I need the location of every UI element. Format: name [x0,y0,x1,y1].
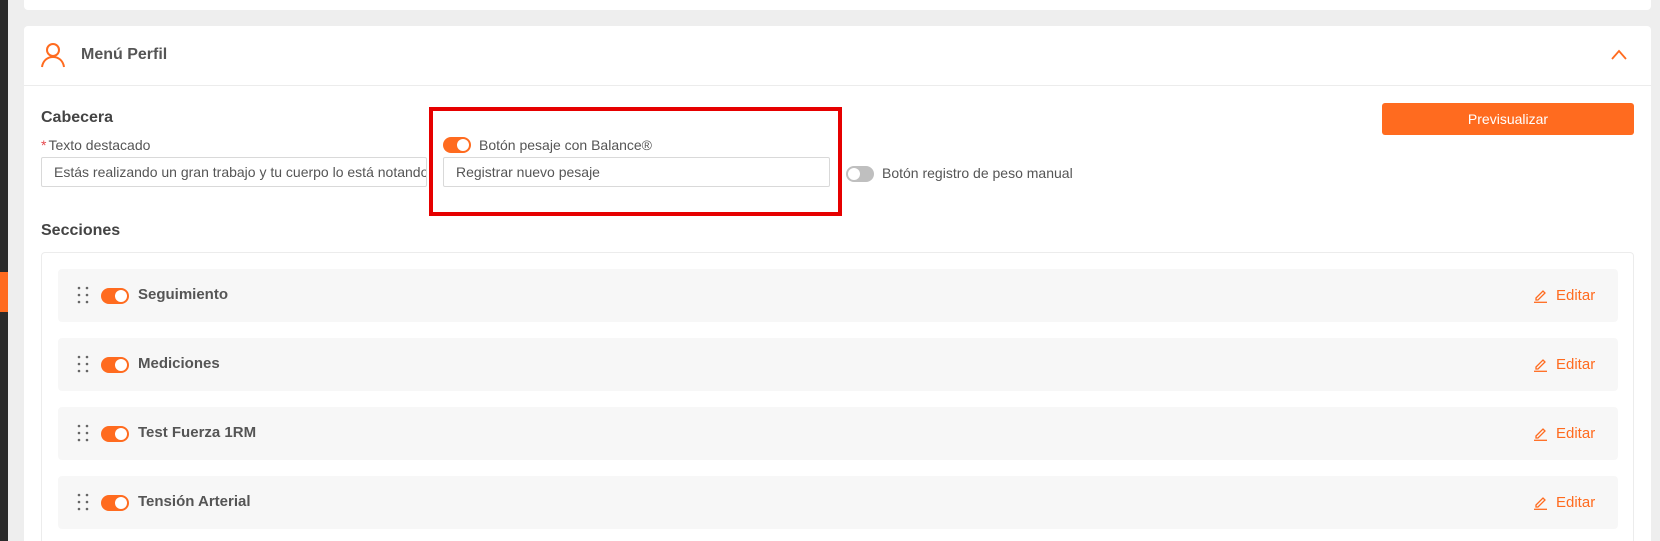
edit-label: Editar [1556,286,1596,304]
app-sidebar-strip [0,0,8,541]
edit-label: Editar [1556,493,1596,511]
section-label: Mediciones [138,355,220,372]
balance-button-text-input[interactable]: Registrar nuevo pesaje [443,157,830,187]
section-row-seguimiento: Seguimiento Editar [58,269,1618,322]
drag-handle-icon[interactable] [77,493,89,511]
previous-panel [24,0,1651,10]
featured-text-label-text: Texto destacado [48,137,151,153]
section-toggle[interactable] [101,288,129,304]
preview-button[interactable]: Previsualizar [1382,103,1634,135]
panel-title: Menú Perfil [81,46,168,63]
drag-handle-icon[interactable] [77,355,89,373]
manual-weight-label: Botón registro de peso manual [882,165,1073,181]
drag-handle-icon[interactable] [77,286,89,304]
panel-header[interactable]: Menú Perfil [24,26,1651,86]
balance-button-toggle[interactable] [443,137,471,153]
edit-button[interactable]: Editar [1533,354,1595,374]
required-mark: * [41,137,47,153]
section-row-mediciones: Mediciones Editar [58,338,1618,391]
featured-text-label: * Texto destacado [41,137,150,153]
drag-handle-icon[interactable] [77,424,89,442]
pencil-icon [1534,427,1547,441]
sidebar-active-indicator [0,272,8,312]
pencil-icon [1534,289,1547,303]
sections-title: Secciones [41,222,121,239]
header-section-title: Cabecera [41,109,114,126]
manual-weight-toggle[interactable] [846,166,874,182]
section-label: Test Fuerza 1RM [138,424,257,441]
section-toggle[interactable] [101,495,129,511]
user-icon [41,43,65,68]
balance-button-label: Botón pesaje con Balance® [479,137,652,153]
section-label: Tensión Arterial [138,493,251,510]
section-toggle[interactable] [101,357,129,373]
featured-text-input[interactable]: Estás realizando un gran trabajo y tu cu… [41,157,427,187]
section-toggle[interactable] [101,426,129,442]
section-label: Seguimiento [138,286,229,303]
pencil-icon [1534,496,1547,510]
edit-button[interactable]: Editar [1533,285,1595,305]
section-row-tension-arterial: Tensión Arterial Editar [58,476,1618,529]
edit-label: Editar [1556,424,1596,442]
edit-label: Editar [1556,355,1596,373]
pencil-icon [1534,358,1547,372]
chevron-up-icon[interactable] [1608,44,1630,66]
section-row-test-fuerza: Test Fuerza 1RM Editar [58,407,1618,460]
edit-button[interactable]: Editar [1533,423,1595,443]
edit-button[interactable]: Editar [1533,492,1595,512]
